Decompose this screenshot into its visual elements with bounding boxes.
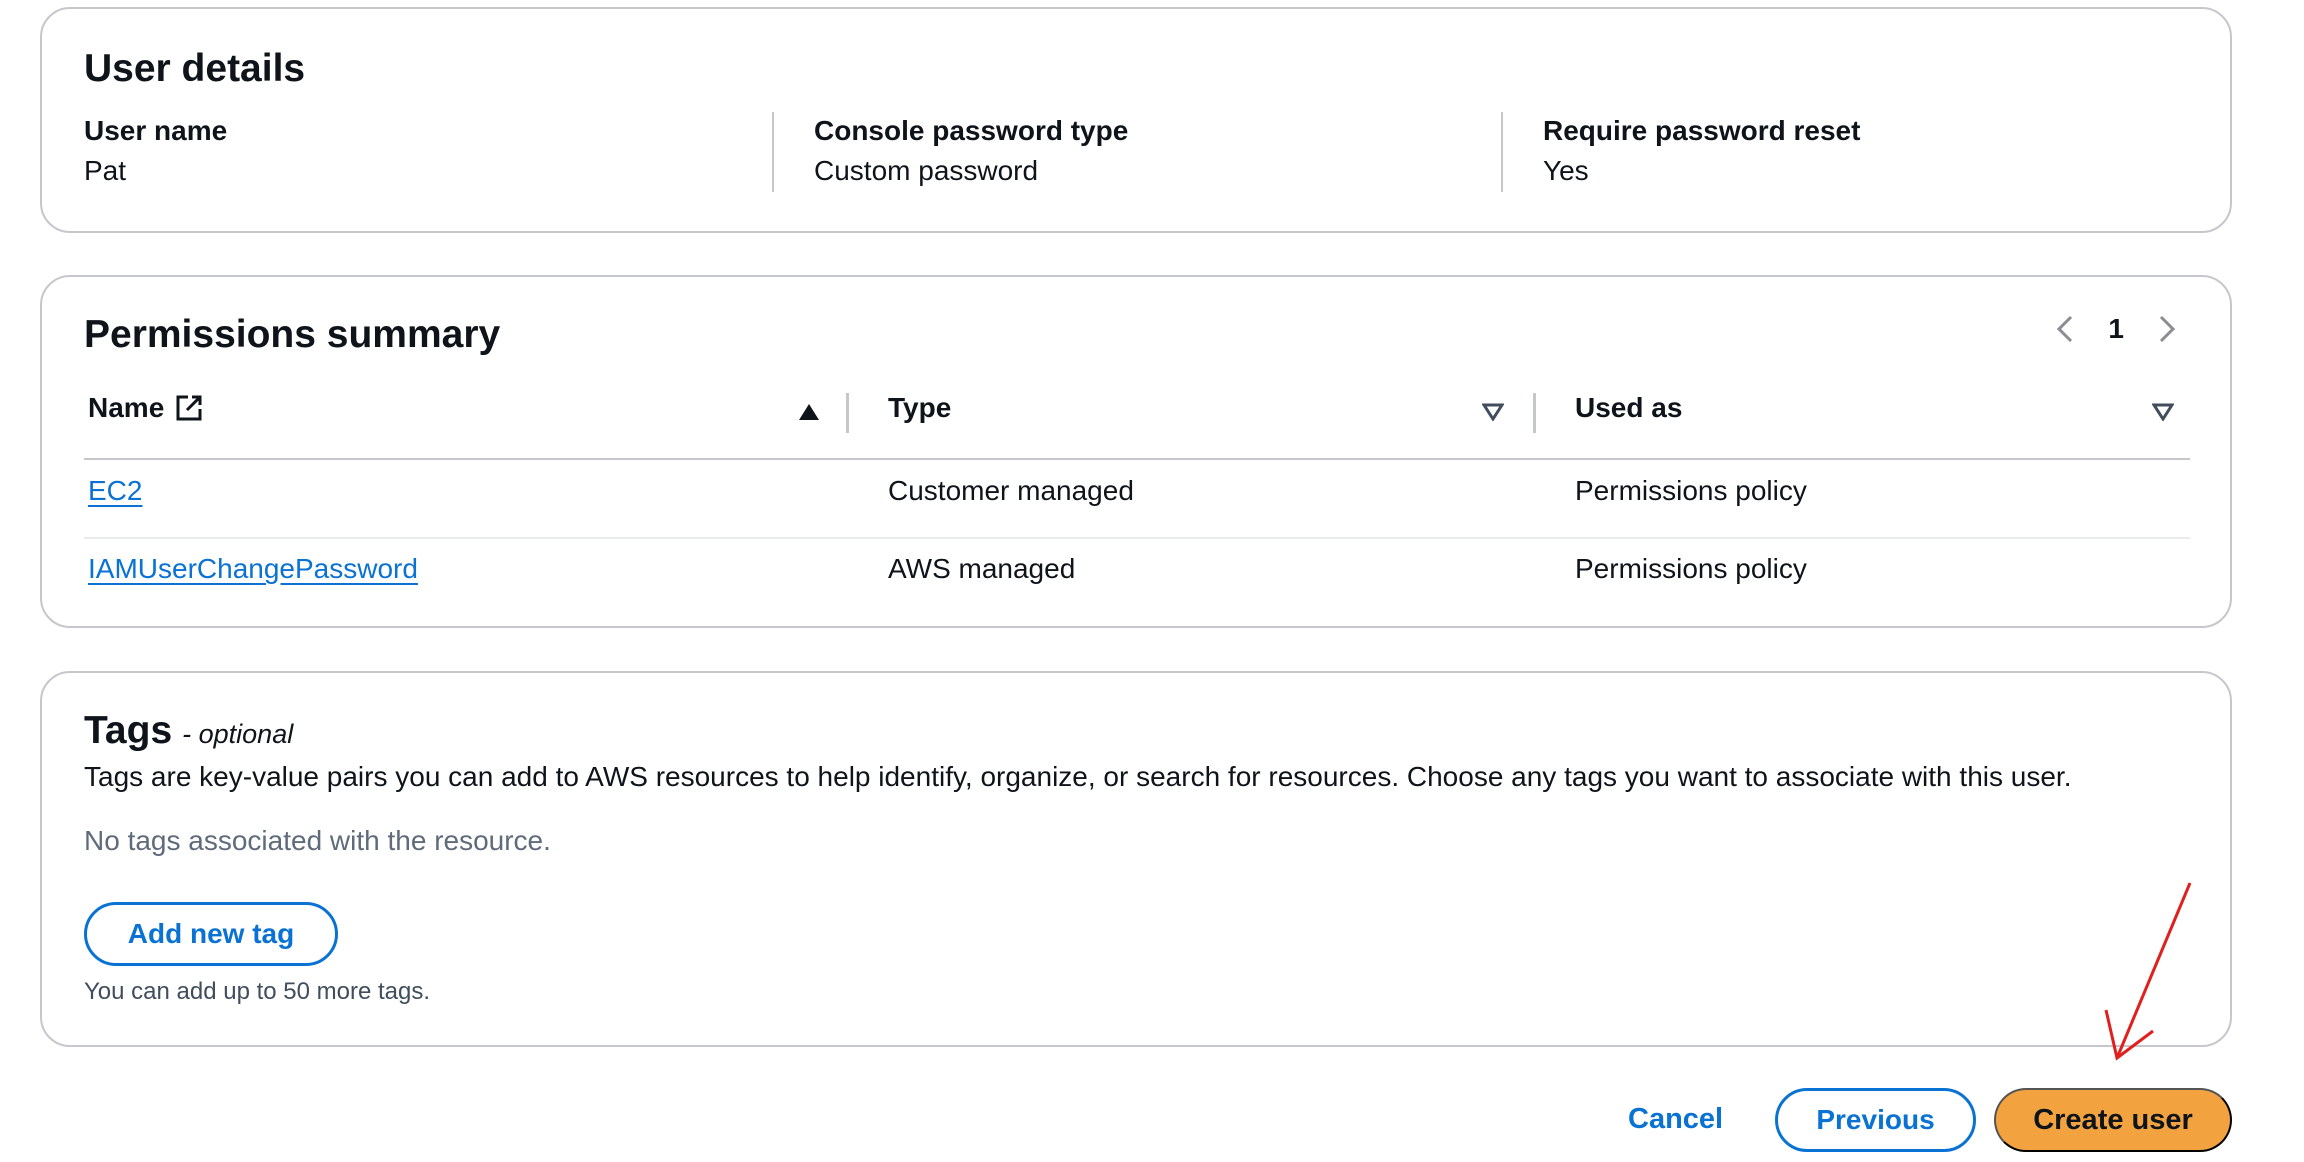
require-password-reset-field: Require password reset Yes [1543,114,1860,188]
column-divider [772,112,774,192]
tags-panel: Tags - optional Tags are key-value pairs… [40,671,2232,1047]
column-header-type-label: Type [888,392,952,423]
add-new-tag-button[interactable]: Add new tag [84,902,338,966]
policy-link[interactable]: EC2 [88,475,142,507]
sort-ascending-icon[interactable] [798,403,820,421]
cancel-button[interactable]: Cancel [1628,1103,1723,1136]
column-header-used-as-label: Used as [1575,392,1683,423]
row-divider [84,537,2190,539]
user-name-field: User name Pat [84,114,227,188]
user-name-value: Pat [84,155,127,186]
previous-button[interactable]: Previous [1775,1088,1976,1152]
console-password-type-value: Custom password [814,155,1039,186]
sort-descending-icon[interactable] [1482,403,1504,421]
column-resizer[interactable] [846,393,849,433]
external-link-icon [176,395,202,421]
policy-link[interactable]: IAMUserChangePassword [88,553,418,585]
page-number[interactable]: 1 [2108,313,2124,345]
column-header-type[interactable]: Type [888,392,951,424]
column-divider [1501,112,1503,192]
tags-optional-label: - optional [182,719,294,749]
page: User details User name Pat Console passw… [0,0,2304,1162]
permissions-summary-panel: Permissions summary 1 Name Type Used as … [40,275,2232,628]
column-resizer[interactable] [1533,393,1536,433]
column-header-name[interactable]: Name [88,392,204,424]
tags-title: Tags - optional [84,709,293,753]
user-details-title: User details [84,47,306,90]
create-user-button[interactable]: Create user [1994,1088,2232,1152]
table-header-divider [84,458,2190,460]
user-name-label: User name [84,115,228,146]
user-details-panel: User details User name Pat Console passw… [40,7,2232,233]
pagination: 1 [2056,313,2176,345]
console-password-type-label: Console password type [814,115,1129,146]
policy-type: Customer managed [888,475,1134,506]
tags-limit-hint: You can add up to 50 more tags. [84,978,431,1005]
require-password-reset-value: Yes [1543,155,1589,186]
policy-used-as: Permissions policy [1575,475,1807,506]
column-header-name-label: Name [88,392,165,423]
chevron-right-icon[interactable] [2158,314,2176,344]
column-header-used-as[interactable]: Used as [1575,392,1682,424]
chevron-left-icon[interactable] [2056,314,2074,344]
policy-type: AWS managed [888,553,1076,584]
tags-empty-message: No tags associated with the resource. [84,825,551,856]
policy-used-as: Permissions policy [1575,553,1807,584]
permissions-summary-title: Permissions summary [84,313,501,356]
console-password-type-field: Console password type Custom password [814,114,1128,188]
tags-description: Tags are key-value pairs you can add to … [84,761,2072,792]
require-password-reset-label: Require password reset [1543,115,1861,146]
sort-descending-icon[interactable] [2152,403,2174,421]
tags-title-text: Tags [84,709,173,752]
